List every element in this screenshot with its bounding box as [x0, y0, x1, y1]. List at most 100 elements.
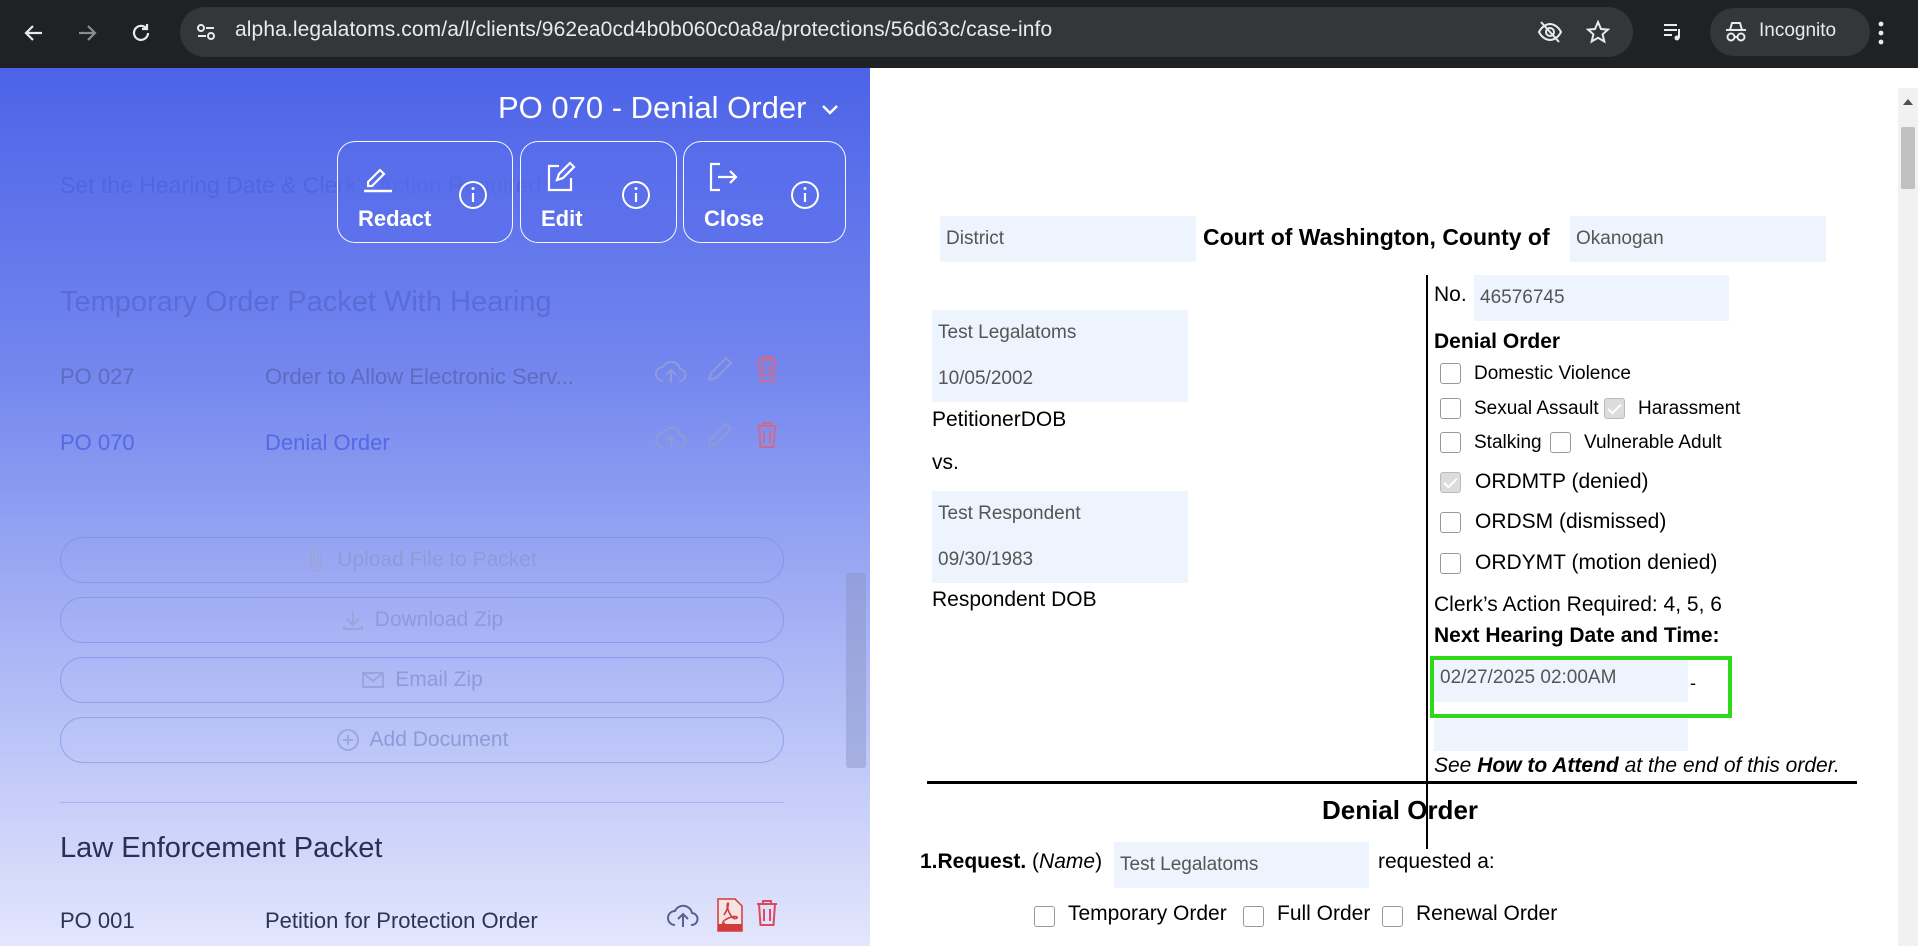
divider — [60, 510, 784, 511]
edit-button[interactable]: Edit — [520, 141, 677, 243]
redact-label: Redact — [358, 206, 432, 231]
paperclip-icon — [310, 547, 323, 572]
vulnerable-adult-checkbox[interactable] — [1550, 432, 1571, 453]
respondent-dob-label: Respondent DOB — [932, 588, 1097, 611]
upload-file-label: Upload File to Packet — [337, 548, 537, 571]
clerk-action-text: Clerk’s Action Required: 4, 5, 6 — [1434, 593, 1722, 616]
case-no-label: No. — [1434, 283, 1467, 306]
renewal-order-checkbox[interactable] — [1382, 906, 1403, 927]
see-how-to-attend: See How to Attend at the end of this ord… — [1434, 754, 1840, 778]
document-selector[interactable]: PO 070 - Denial Order — [498, 90, 839, 126]
incognito-label: Incognito — [1759, 20, 1837, 41]
domestic-violence-checkbox[interactable] — [1440, 363, 1461, 384]
back-button[interactable] — [17, 16, 51, 50]
redact-button[interactable]: Redact — [337, 141, 513, 243]
ordsm-label: ORDSM (dismissed) — [1475, 510, 1667, 533]
highlight-box — [1430, 656, 1732, 718]
forward-button[interactable] — [70, 16, 104, 50]
domestic-violence-label: Domestic Violence — [1474, 363, 1632, 384]
petitioner-name-field[interactable]: Test Legalatoms — [932, 310, 1188, 356]
cloud-upload-icon[interactable] — [666, 901, 700, 929]
temporary-order-checkbox[interactable] — [1034, 906, 1055, 927]
email-zip-label: Email Zip — [395, 668, 483, 691]
request-number: 1.Request. — [920, 850, 1027, 873]
download-zip-button[interactable]: Download Zip — [60, 597, 784, 643]
case-number-field[interactable]: 46576745 — [1474, 275, 1729, 321]
info-icon[interactable] — [790, 180, 820, 210]
edit-label: Edit — [541, 206, 583, 231]
panel-scrollbar[interactable] — [846, 573, 866, 768]
pencil-underline-icon — [364, 168, 392, 193]
requester-name-field[interactable]: Test Legalatoms — [1114, 842, 1369, 888]
add-document-button[interactable]: Add Document — [60, 717, 784, 763]
document-code: PO 001 — [60, 908, 135, 933]
stalking-checkbox[interactable] — [1440, 432, 1461, 453]
respondent-name-field[interactable]: Test Respondent — [932, 491, 1188, 537]
court-type-field[interactable]: District — [940, 216, 1196, 262]
packet-title: Temporary Order Packet With Hearing — [60, 286, 552, 318]
ordymt-checkbox[interactable] — [1440, 553, 1461, 574]
trash-icon[interactable] — [754, 420, 780, 450]
plus-circle-icon — [336, 729, 359, 751]
cloud-upload-icon[interactable] — [654, 423, 688, 451]
reload-button[interactable] — [124, 16, 158, 50]
hearing-extra-field[interactable] — [1434, 719, 1688, 751]
petitioner-dob-label: PetitionerDOB — [932, 408, 1067, 431]
requested-a-text: requested a: — [1378, 850, 1495, 873]
ordymt-label: ORDYMT (motion denied) — [1475, 551, 1718, 574]
document-viewer: District Court of Washington, County of … — [870, 68, 1898, 946]
document-name[interactable]: Denial Order — [265, 430, 390, 456]
trash-icon[interactable] — [754, 354, 780, 384]
close-label: Close — [704, 206, 764, 231]
url-text[interactable]: alpha.legalatoms.com/a/l/clients/962ea0c… — [235, 18, 1052, 42]
trash-icon[interactable] — [754, 898, 780, 928]
divider — [60, 802, 784, 803]
browser-toolbar: alpha.legalatoms.com/a/l/clients/962ea0c… — [0, 0, 1918, 68]
vs-text: vs. — [932, 451, 959, 474]
pencil-icon[interactable] — [705, 354, 733, 384]
renewal-order-label: Renewal Order — [1416, 902, 1558, 925]
respondent-dob-field[interactable]: 09/30/1983 — [932, 537, 1188, 583]
harassment-checkbox[interactable] — [1604, 398, 1625, 419]
close-button[interactable]: Close — [683, 141, 846, 243]
document-title: Denial Order — [1321, 795, 1479, 825]
pencil-icon[interactable] — [705, 420, 733, 450]
stalking-label: Stalking — [1474, 432, 1542, 453]
edit-icon — [547, 161, 576, 192]
arrow-left-icon — [24, 25, 42, 41]
document-code: PO 070 — [60, 430, 135, 455]
upload-file-button[interactable]: Upload File to Packet — [60, 537, 784, 583]
ordmtp-checkbox[interactable] — [1440, 472, 1461, 493]
download-icon — [342, 611, 363, 630]
see-suffix: at the end of this order. — [1618, 754, 1840, 777]
star-icon[interactable] — [1586, 20, 1610, 44]
order-heading: Denial Order — [1434, 330, 1561, 353]
petitioner-dob-field[interactable]: 10/05/2002 — [932, 356, 1188, 402]
email-zip-button[interactable]: Email Zip — [60, 657, 784, 703]
court-of-text: Court of Washington, County of — [1203, 224, 1550, 250]
scroll-up-icon[interactable] — [1898, 94, 1918, 110]
document-scrollbar[interactable] — [1898, 88, 1918, 946]
county-field[interactable]: Okanogan — [1570, 216, 1826, 262]
full-order-label: Full Order — [1277, 902, 1371, 925]
scrollbar-thumb[interactable] — [1901, 127, 1915, 189]
eye-off-icon[interactable] — [1537, 20, 1563, 44]
full-order-checkbox[interactable] — [1243, 906, 1264, 927]
site-info-icon[interactable] — [194, 20, 218, 44]
info-icon[interactable] — [621, 180, 651, 210]
download-zip-label: Download Zip — [374, 608, 504, 631]
reload-icon — [132, 24, 150, 41]
pdf-icon[interactable] — [716, 897, 744, 933]
more-menu-icon[interactable] — [1876, 20, 1886, 46]
ordsm-checkbox[interactable] — [1440, 512, 1461, 533]
media-queue-icon[interactable] — [1661, 20, 1685, 44]
info-icon[interactable] — [458, 180, 488, 210]
document-name[interactable]: Order to Allow Electronic Serv... — [265, 364, 574, 390]
cloud-upload-icon[interactable] — [654, 357, 688, 385]
document-name[interactable]: Petition for Protection Order — [265, 908, 538, 934]
harassment-label: Harassment — [1638, 398, 1741, 419]
sexual-assault-checkbox[interactable] — [1440, 398, 1461, 419]
caption-divider — [1426, 275, 1428, 849]
ordmtp-label: ORDMTP (denied) — [1475, 470, 1649, 493]
temporary-order-label: Temporary Order — [1068, 902, 1227, 925]
